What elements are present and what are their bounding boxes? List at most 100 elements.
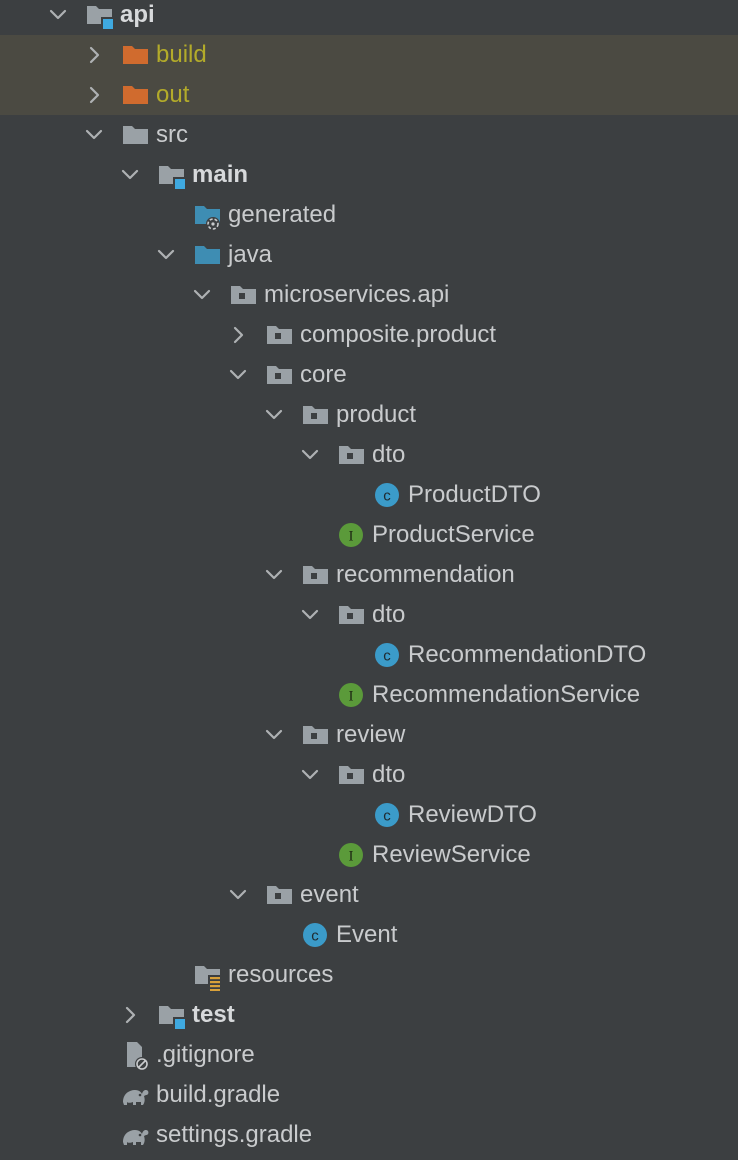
tree-node-reviewdto[interactable]: c ReviewDTO bbox=[0, 795, 738, 835]
tree-node-label: src bbox=[156, 121, 188, 148]
tree-node-label: generated bbox=[228, 201, 337, 228]
tree-node-label: dto bbox=[372, 441, 406, 468]
chevron-down-icon[interactable] bbox=[190, 275, 214, 315]
chevron-right-icon[interactable] bbox=[226, 315, 250, 355]
chevron-down-icon[interactable] bbox=[262, 395, 286, 435]
tree-node-label: microservices.api bbox=[264, 281, 450, 308]
tree-node-label: java bbox=[228, 241, 273, 268]
tree-node-core[interactable]: core bbox=[0, 355, 738, 395]
tree-node-label: event bbox=[300, 881, 359, 908]
package-icon bbox=[264, 315, 294, 355]
tree-node-label: core bbox=[300, 361, 347, 388]
chevron-down-icon[interactable] bbox=[154, 235, 178, 275]
tree-node-settings-gradle[interactable]: settings.gradle bbox=[0, 1115, 738, 1155]
tree-node-label: review bbox=[336, 721, 406, 748]
chevron-right-icon[interactable] bbox=[82, 35, 106, 75]
tree-node-src[interactable]: src bbox=[0, 115, 738, 155]
tree-node-label: out bbox=[156, 81, 190, 108]
tree-node-label: composite.product bbox=[300, 321, 497, 348]
tree-node-label: product bbox=[336, 401, 417, 428]
tree-node-productservice[interactable]: I ProductService bbox=[0, 515, 738, 555]
chevron-down-icon[interactable] bbox=[226, 875, 250, 915]
excluded-folder-icon bbox=[120, 35, 150, 75]
chevron-down-icon[interactable] bbox=[298, 595, 322, 635]
chevron-right-icon[interactable] bbox=[82, 75, 106, 115]
tree-node-label: main bbox=[192, 161, 249, 188]
tree-node-label: settings.gradle bbox=[156, 1121, 313, 1148]
tree-node-label: .gitignore bbox=[156, 1041, 255, 1068]
tree-node-test[interactable]: test bbox=[0, 995, 738, 1035]
chevron-down-icon[interactable] bbox=[226, 355, 250, 395]
tree-node-resources[interactable]: resources bbox=[0, 955, 738, 995]
tree-node-label: Event bbox=[336, 921, 398, 948]
tree-node-reviewservice[interactable]: I ReviewService bbox=[0, 835, 738, 875]
tree-node-label: RecommendationService bbox=[372, 681, 641, 708]
tree-node-java[interactable]: java bbox=[0, 235, 738, 275]
tree-node-label: dto bbox=[372, 761, 406, 788]
svg-text:c: c bbox=[383, 648, 391, 665]
resources-folder-icon bbox=[192, 955, 222, 995]
tree-node-label: ReviewDTO bbox=[408, 801, 537, 828]
tree-node-productdto[interactable]: c ProductDTO bbox=[0, 475, 738, 515]
chevron-down-icon[interactable] bbox=[118, 155, 142, 195]
tree-node-label: build.gradle bbox=[156, 1081, 281, 1108]
class-icon: c bbox=[372, 635, 402, 675]
tree-node-event[interactable]: event bbox=[0, 875, 738, 915]
package-icon bbox=[300, 715, 330, 755]
tree-node-label: recommendation bbox=[336, 561, 515, 588]
package-icon bbox=[336, 755, 366, 795]
tree-node-out[interactable]: out bbox=[0, 75, 738, 115]
svg-text:c: c bbox=[383, 808, 391, 825]
chevron-down-icon[interactable] bbox=[298, 435, 322, 475]
module-folder-icon bbox=[84, 0, 114, 35]
tree-node-label: api bbox=[120, 1, 155, 28]
chevron-down-icon[interactable] bbox=[82, 115, 106, 155]
tree-node-api[interactable]: api bbox=[0, 0, 738, 35]
package-icon bbox=[300, 395, 330, 435]
svg-text:c: c bbox=[311, 928, 319, 945]
interface-icon: I bbox=[336, 515, 366, 555]
chevron-down-icon[interactable] bbox=[46, 0, 70, 35]
svg-text:I: I bbox=[349, 529, 354, 545]
tree-node-recommendation[interactable]: recommendation bbox=[0, 555, 738, 595]
class-icon: c bbox=[372, 795, 402, 835]
interface-icon: I bbox=[336, 835, 366, 875]
tree-node-gitignore[interactable]: .gitignore bbox=[0, 1035, 738, 1075]
project-tree: api build out src main generated java micros… bbox=[0, 0, 738, 1160]
tree-node-event[interactable]: c Event bbox=[0, 915, 738, 955]
tree-node-microservices-api[interactable]: microservices.api bbox=[0, 275, 738, 315]
chevron-down-icon[interactable] bbox=[298, 755, 322, 795]
tree-node-build-gradle[interactable]: build.gradle bbox=[0, 1075, 738, 1115]
tree-node-label: RecommendationDTO bbox=[408, 641, 647, 668]
module-folder-icon bbox=[156, 155, 186, 195]
tree-node-dto[interactable]: dto bbox=[0, 755, 738, 795]
tree-node-label: test bbox=[192, 1001, 235, 1028]
generated-sources-folder-icon bbox=[192, 195, 222, 235]
package-icon bbox=[228, 275, 258, 315]
tree-node-composite-product[interactable]: composite.product bbox=[0, 315, 738, 355]
tree-node-build[interactable]: build bbox=[0, 35, 738, 75]
tree-node-dto[interactable]: dto bbox=[0, 595, 738, 635]
tree-node-label: resources bbox=[228, 961, 334, 988]
tree-node-main[interactable]: main bbox=[0, 155, 738, 195]
tree-node-review[interactable]: review bbox=[0, 715, 738, 755]
package-icon bbox=[264, 875, 294, 915]
package-icon bbox=[264, 355, 294, 395]
source-folder-icon bbox=[192, 235, 222, 275]
tree-node-product[interactable]: product bbox=[0, 395, 738, 435]
gitignore-file-icon bbox=[120, 1035, 150, 1075]
class-icon: c bbox=[300, 915, 330, 955]
tree-node-recommendationservice[interactable]: I RecommendationService bbox=[0, 675, 738, 715]
tree-node-label: ProductService bbox=[372, 521, 535, 548]
tree-node-generated[interactable]: generated bbox=[0, 195, 738, 235]
chevron-down-icon[interactable] bbox=[262, 555, 286, 595]
tree-node-dto[interactable]: dto bbox=[0, 435, 738, 475]
tree-node-recommendationdto[interactable]: c RecommendationDTO bbox=[0, 635, 738, 675]
gradle-file-icon bbox=[120, 1115, 150, 1155]
chevron-down-icon[interactable] bbox=[262, 715, 286, 755]
svg-text:I: I bbox=[349, 689, 354, 705]
interface-icon: I bbox=[336, 675, 366, 715]
package-icon bbox=[336, 595, 366, 635]
folder-icon bbox=[120, 115, 150, 155]
chevron-right-icon[interactable] bbox=[118, 995, 142, 1035]
